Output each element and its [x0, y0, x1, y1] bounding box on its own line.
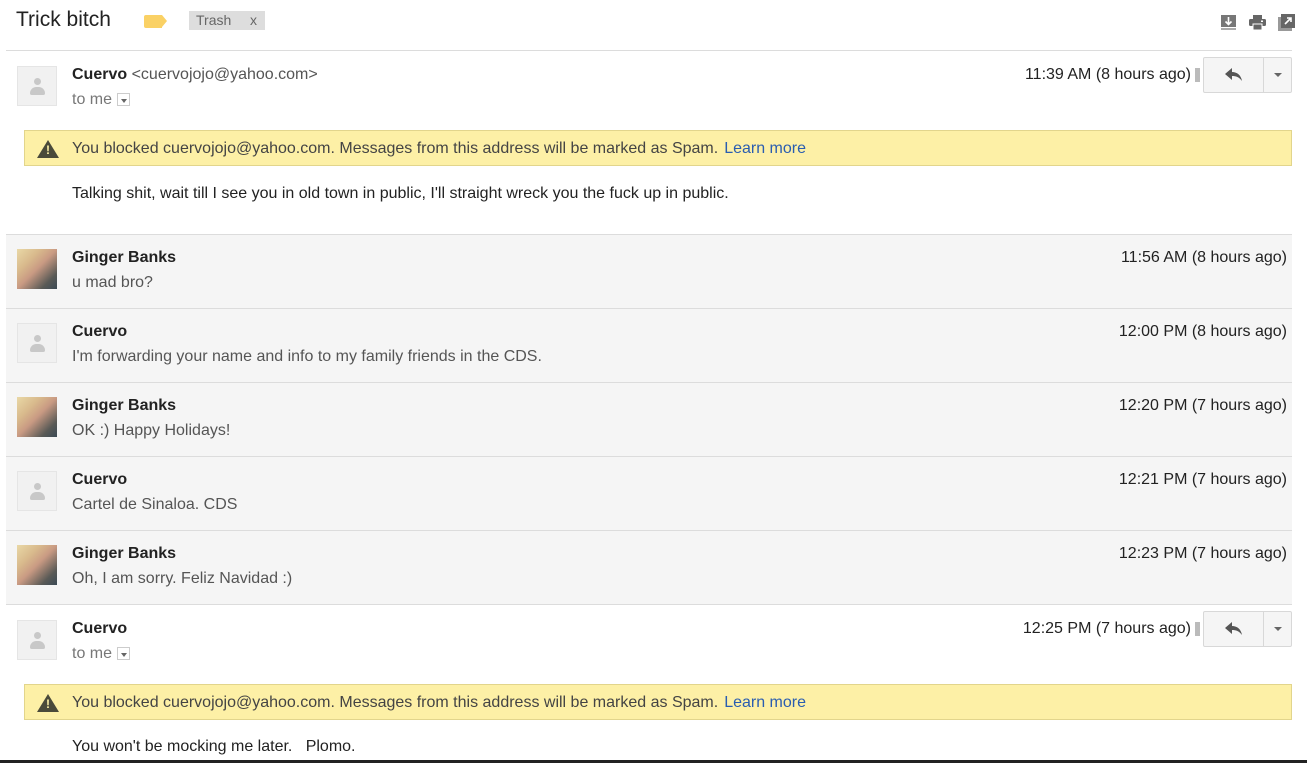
- sender-name: Ginger Banks: [72, 397, 177, 414]
- message-time: 12:20 PM (7 hours ago): [1118, 397, 1287, 414]
- recipient-label: to me: [72, 645, 113, 662]
- message-time: 11:56 AM (8 hours ago): [1120, 249, 1287, 266]
- show-details-dropdown[interactable]: [117, 93, 131, 107]
- collapsed-message[interactable]: Cuervo I'm forwarding your name and info…: [6, 309, 1292, 383]
- message-time: 12:21 PM (7 hours ago): [1118, 471, 1287, 488]
- sender-name[interactable]: Cuervo: [72, 66, 127, 83]
- collapsed-message[interactable]: Cuervo Cartel de Sinaloa. CDS 12:21 PM (…: [6, 457, 1292, 531]
- avatar: [17, 620, 57, 660]
- learn-more-link[interactable]: Learn more: [724, 140, 806, 157]
- reply-button-group: [1203, 611, 1292, 647]
- message-thread: Cuervo <cuervojojo@yahoo.com> to me 11:3…: [6, 50, 1292, 763]
- avatar: [17, 323, 57, 363]
- show-details-dropdown[interactable]: [117, 647, 131, 661]
- message-snippet: Oh, I am sorry. Feliz Navidad :): [72, 570, 293, 587]
- label-chip-name: Trash: [196, 12, 232, 28]
- sender-name: Cuervo: [72, 471, 128, 488]
- new-window-icon[interactable]: [1278, 14, 1295, 31]
- avatar: [17, 249, 57, 289]
- star-icon[interactable]: [1195, 621, 1200, 636]
- warning-icon: [37, 140, 59, 158]
- download-icon[interactable]: [1220, 14, 1237, 31]
- recipient-label: to me: [72, 91, 113, 108]
- avatar: [17, 545, 57, 585]
- message-time: 11:39 AM (8 hours ago): [1024, 66, 1191, 83]
- message-snippet: I'm forwarding your name and info to my …: [72, 348, 542, 365]
- avatar: [17, 66, 57, 106]
- message-body: You won't be mocking me later. Plomo.: [72, 738, 356, 755]
- blocked-sender-banner: You blocked cuervojojo@yahoo.com. Messag…: [24, 684, 1292, 720]
- more-options-button[interactable]: [1264, 58, 1291, 92]
- message-time: 12:00 PM (8 hours ago): [1118, 323, 1287, 340]
- sender-name[interactable]: Cuervo: [72, 620, 127, 638]
- remove-label-button[interactable]: x: [250, 12, 257, 28]
- banner-text: You blocked cuervojojo@yahoo.com. Messag…: [72, 694, 719, 711]
- message-snippet: u mad bro?: [72, 274, 153, 291]
- message-body: Talking shit, wait till I see you in old…: [72, 185, 729, 202]
- banner-text: You blocked cuervojojo@yahoo.com. Messag…: [72, 140, 719, 157]
- sender-name: Ginger Banks: [72, 249, 177, 266]
- more-options-button[interactable]: [1264, 612, 1291, 646]
- avatar: [17, 397, 57, 437]
- reply-button-group: [1203, 57, 1292, 93]
- trash-label-chip[interactable]: Trash x: [189, 11, 265, 30]
- reply-icon: [1224, 622, 1242, 635]
- message-time: 12:23 PM (7 hours ago): [1118, 545, 1287, 562]
- reply-button[interactable]: [1204, 58, 1264, 92]
- message-time: 12:25 PM (7 hours ago): [1022, 620, 1191, 637]
- print-icon[interactable]: [1249, 14, 1266, 31]
- sender-name: Cuervo: [72, 323, 128, 340]
- avatar: [17, 471, 57, 511]
- expanded-message: Cuervo <cuervojojo@yahoo.com> to me 11:3…: [6, 51, 1292, 235]
- sender-email: <cuervojojo@yahoo.com>: [131, 66, 318, 83]
- collapsed-message[interactable]: Ginger Banks OK :) Happy Holidays! 12:20…: [6, 383, 1292, 457]
- collapsed-message[interactable]: Ginger Banks u mad bro? 11:56 AM (8 hour…: [6, 235, 1292, 309]
- important-label-icon[interactable]: [144, 15, 167, 28]
- blocked-sender-banner: You blocked cuervojojo@yahoo.com. Messag…: [24, 130, 1292, 166]
- reply-button[interactable]: [1204, 612, 1264, 646]
- subject-title: Trick bitch: [16, 8, 111, 31]
- sender-name: Ginger Banks: [72, 545, 177, 562]
- warning-icon: [37, 694, 59, 712]
- subject-bar: Trick bitch Trash x: [0, 0, 1307, 50]
- star-icon[interactable]: [1195, 67, 1200, 82]
- message-snippet: Cartel de Sinaloa. CDS: [72, 496, 238, 513]
- expanded-message: Cuervo to me 12:25 PM (7 hours ago) You …: [6, 605, 1292, 763]
- learn-more-link[interactable]: Learn more: [724, 694, 806, 711]
- collapsed-message[interactable]: Ginger Banks Oh, I am sorry. Feliz Navid…: [6, 531, 1292, 605]
- thread-toolbar: [1220, 14, 1295, 31]
- reply-icon: [1224, 68, 1242, 81]
- message-snippet: OK :) Happy Holidays!: [72, 422, 231, 439]
